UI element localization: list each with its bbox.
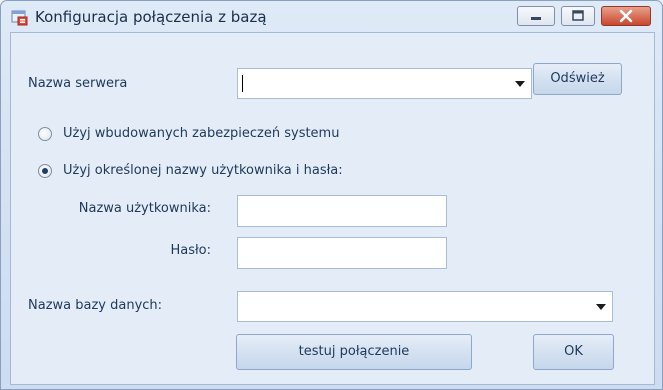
password-label: Hasło: [170, 243, 211, 258]
chevron-down-icon[interactable] [515, 81, 525, 87]
sql-auth-label: Użyj określonej nazwy użytkownika i hasł… [63, 163, 343, 178]
minimize-button[interactable] [517, 6, 555, 26]
dialog-content: Nazwa serwera Odśwież Użyj wbudowanych z… [10, 32, 655, 385]
server-label: Nazwa serwera [28, 76, 128, 91]
integrated-security-radio[interactable] [38, 127, 52, 141]
server-combo[interactable] [237, 68, 532, 99]
database-combo[interactable] [237, 291, 613, 322]
title-bar[interactable]: Konfiguracja połączenia z bazą [1, 1, 662, 33]
chevron-down-icon[interactable] [596, 304, 606, 310]
window-title: Konfiguracja połączenia z bazą [35, 8, 267, 26]
database-label: Nazwa bazy danych: [28, 298, 163, 313]
maximize-icon [572, 10, 584, 21]
ok-button[interactable]: OK [533, 334, 614, 370]
test-connection-button[interactable]: testuj połączenie [236, 334, 472, 370]
password-field[interactable] [237, 237, 447, 269]
dialog-window: Konfiguracja połączenia z bazą Nazwa ser… [0, 0, 663, 390]
username-field[interactable] [237, 195, 447, 227]
close-button[interactable] [601, 6, 651, 26]
sql-auth-radio[interactable] [38, 164, 52, 178]
close-icon [619, 9, 633, 23]
database-config-icon [11, 10, 28, 26]
integrated-security-label: Użyj wbudowanych zabezpieczeń systemu [63, 126, 340, 141]
text-caret [242, 75, 243, 92]
refresh-button[interactable]: Odśwież [533, 63, 622, 95]
username-label: Nazwa użytkownika: [78, 201, 211, 216]
minimize-icon [531, 17, 541, 20]
maximize-button[interactable] [561, 6, 595, 26]
